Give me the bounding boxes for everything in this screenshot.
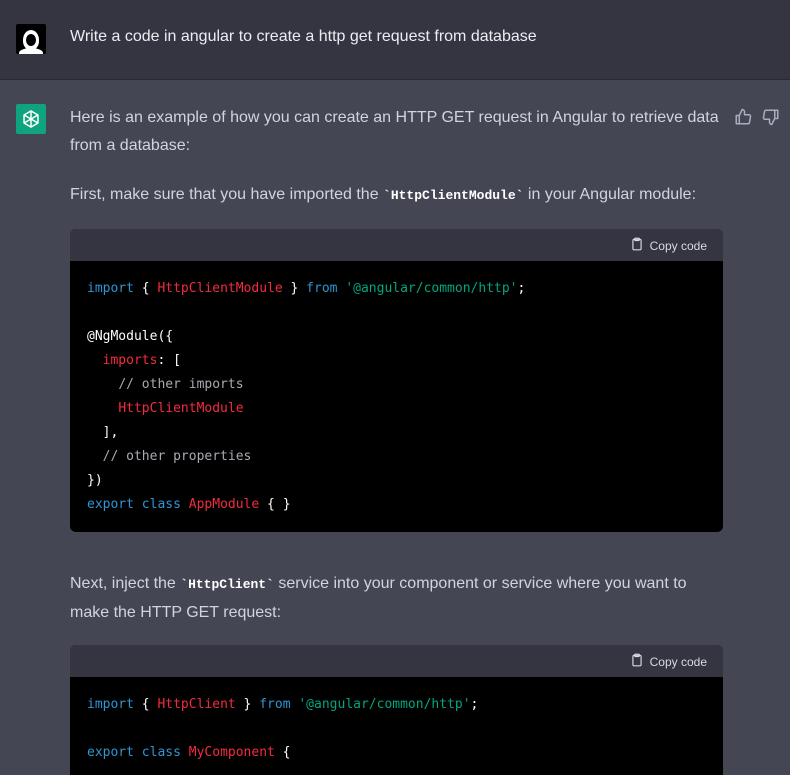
code-block-1: Copy code import { HttpClientModule } fr… — [70, 229, 723, 532]
code-token: export — [87, 745, 134, 760]
code-token: @NgModule({ — [87, 329, 174, 344]
copy-code-label: Copy code — [649, 654, 707, 669]
code-token: from — [259, 697, 291, 712]
step2-paragraph: Next, inject the `HttpClient` service in… — [70, 570, 720, 627]
code-token: imports — [102, 353, 158, 368]
code-block-header: Copy code — [70, 229, 723, 261]
code-token: class — [141, 745, 181, 760]
step1-paragraph: First, make sure that you have imported … — [70, 181, 720, 210]
step2-inline-code: `HttpClient` — [180, 577, 274, 592]
code-body: import { HttpClientModule } from '@angul… — [70, 261, 723, 532]
clipboard-icon — [630, 237, 644, 254]
code-token: ], — [102, 425, 119, 440]
code-token: { — [274, 745, 291, 760]
code-token: MyComponent — [188, 745, 275, 760]
thumbs-down-icon[interactable] — [762, 108, 780, 126]
code-token: class — [141, 497, 181, 512]
code-token: '@angular/common/http' — [345, 281, 518, 296]
code-token: HttpClientModule — [118, 401, 244, 416]
code-token: : [ — [157, 353, 181, 368]
code-token: export — [87, 497, 134, 512]
copy-code-button[interactable]: Copy code — [630, 653, 707, 670]
code-token: HttpClient — [157, 697, 236, 712]
code-body: import { HttpClient } from '@angular/com… — [70, 677, 723, 775]
code-token: { — [133, 281, 158, 296]
step1-pre: First, make sure that you have imported … — [70, 186, 384, 203]
user-message-row: Write a code in angular to create a http… — [0, 0, 790, 80]
code-token: AppModule — [188, 497, 260, 512]
copy-code-button[interactable]: Copy code — [630, 237, 707, 254]
code-token: import — [87, 281, 134, 296]
step1-inline-code: `HttpClientModule` — [383, 188, 524, 203]
code-token: } — [235, 697, 260, 712]
step2-pre: Next, inject the — [70, 575, 181, 592]
copy-code-label: Copy code — [649, 238, 707, 253]
code-token: // other imports — [118, 377, 244, 392]
code-token: { } — [259, 497, 291, 512]
code-token: from — [306, 281, 338, 296]
user-avatar — [16, 24, 46, 54]
code-block-2: Copy code import { HttpClient } from '@a… — [70, 645, 723, 775]
code-token: }) — [87, 473, 103, 488]
user-message-text: Write a code in angular to create a http… — [70, 28, 537, 45]
thumbs-up-icon[interactable] — [734, 108, 752, 126]
code-token: } — [282, 281, 307, 296]
code-token: // other properties — [102, 449, 252, 464]
code-token: '@angular/common/http' — [298, 697, 471, 712]
code-token: ; — [517, 281, 526, 296]
step1-post: in your Angular module: — [523, 186, 697, 203]
code-token: import — [87, 697, 134, 712]
intro-paragraph: Here is an example of how you can create… — [70, 109, 719, 154]
code-token: ; — [470, 697, 479, 712]
code-block-header: Copy code — [70, 645, 723, 677]
clipboard-icon — [630, 653, 644, 670]
code-token: HttpClientModule — [157, 281, 283, 296]
openai-logo-icon — [16, 104, 46, 134]
code-token: { — [133, 697, 158, 712]
